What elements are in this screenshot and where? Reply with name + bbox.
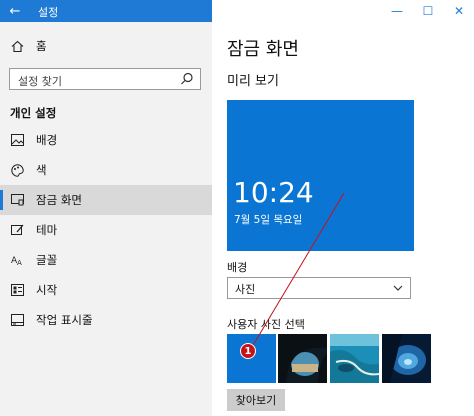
title-bar: ← 설정 — ☐ ✕ [0, 0, 474, 22]
preview-time: 10:24 [233, 176, 314, 209]
lock-screen-icon [10, 193, 24, 207]
sidebar: 홈 설정 찾기 개인 설정 배경 색 잠금 화면 테마 AA 글꼴 시작 작업 … [0, 22, 212, 416]
close-icon: ✕ [453, 4, 465, 18]
font-icon: AA [10, 253, 24, 267]
annotation-badge: 1 [240, 343, 256, 359]
section-label: 개인 설정 [10, 106, 57, 120]
start-icon [10, 283, 24, 297]
maximize-icon: ☐ [422, 4, 434, 18]
palette-icon [10, 163, 24, 177]
back-arrow-icon: ← [9, 3, 21, 19]
image-icon [10, 133, 24, 147]
sidebar-item-color[interactable]: 색 [0, 155, 212, 185]
sidebar-item-label: 홈 [36, 39, 47, 53]
background-label: 배경 [227, 261, 248, 274]
preview-heading: 미리 보기 [227, 74, 279, 89]
back-button[interactable]: ← [0, 0, 30, 22]
sidebar-item-home[interactable]: 홈 [0, 31, 212, 61]
minimize-icon: — [391, 4, 403, 18]
page-title: 잠금 화면 [227, 39, 299, 60]
search-placeholder: 설정 찾기 [18, 75, 62, 88]
minimize-button[interactable]: — [382, 0, 412, 22]
home-icon [10, 39, 24, 53]
sidebar-item-label: 테마 [36, 223, 58, 237]
sidebar-item-taskbar[interactable]: 작업 표시줄 [0, 305, 212, 335]
sidebar-item-label: 색 [36, 163, 47, 177]
sidebar-item-label: 잠금 화면 [36, 193, 82, 207]
background-dropdown-value: 사진 [235, 283, 256, 296]
sidebar-item-fonts[interactable]: AA 글꼴 [0, 245, 212, 275]
maximize-button[interactable]: ☐ [413, 0, 443, 22]
svg-text:A: A [17, 259, 22, 266]
title-bar-right: — ☐ ✕ [212, 0, 474, 22]
picture-thumbnail-4[interactable] [382, 334, 431, 383]
sidebar-item-start[interactable]: 시작 [0, 275, 212, 305]
taskbar-icon [10, 313, 24, 327]
choose-picture-label: 사용자 사진 선택 [227, 318, 305, 331]
title-bar-left: ← 설정 [0, 0, 212, 22]
picture-thumbnail-2[interactable] [278, 334, 327, 383]
brush-icon [10, 223, 24, 237]
sidebar-item-label: 배경 [36, 133, 58, 147]
sidebar-item-background[interactable]: 배경 [0, 125, 212, 155]
picture-thumbnail-3[interactable] [330, 334, 379, 383]
picture-thumbnail-1[interactable] [227, 334, 276, 383]
search-input[interactable]: 설정 찾기 [9, 68, 201, 90]
sidebar-item-label: 글꼴 [36, 253, 58, 267]
browse-button[interactable]: 찾아보기 [227, 389, 285, 411]
search-icon [180, 72, 194, 86]
background-dropdown[interactable]: 사진 [227, 277, 411, 299]
lock-screen-preview: 10:24 7월 5일 목요일 [227, 100, 414, 251]
app-title: 설정 [38, 6, 59, 19]
sidebar-item-label: 작업 표시줄 [36, 313, 93, 327]
sidebar-item-themes[interactable]: 테마 [0, 215, 212, 245]
chevron-down-icon [392, 282, 404, 294]
sidebar-item-lock-screen[interactable]: 잠금 화면 [0, 185, 212, 215]
close-button[interactable]: ✕ [444, 0, 474, 22]
preview-date: 7월 5일 목요일 [234, 214, 303, 226]
sidebar-item-label: 시작 [36, 283, 58, 297]
